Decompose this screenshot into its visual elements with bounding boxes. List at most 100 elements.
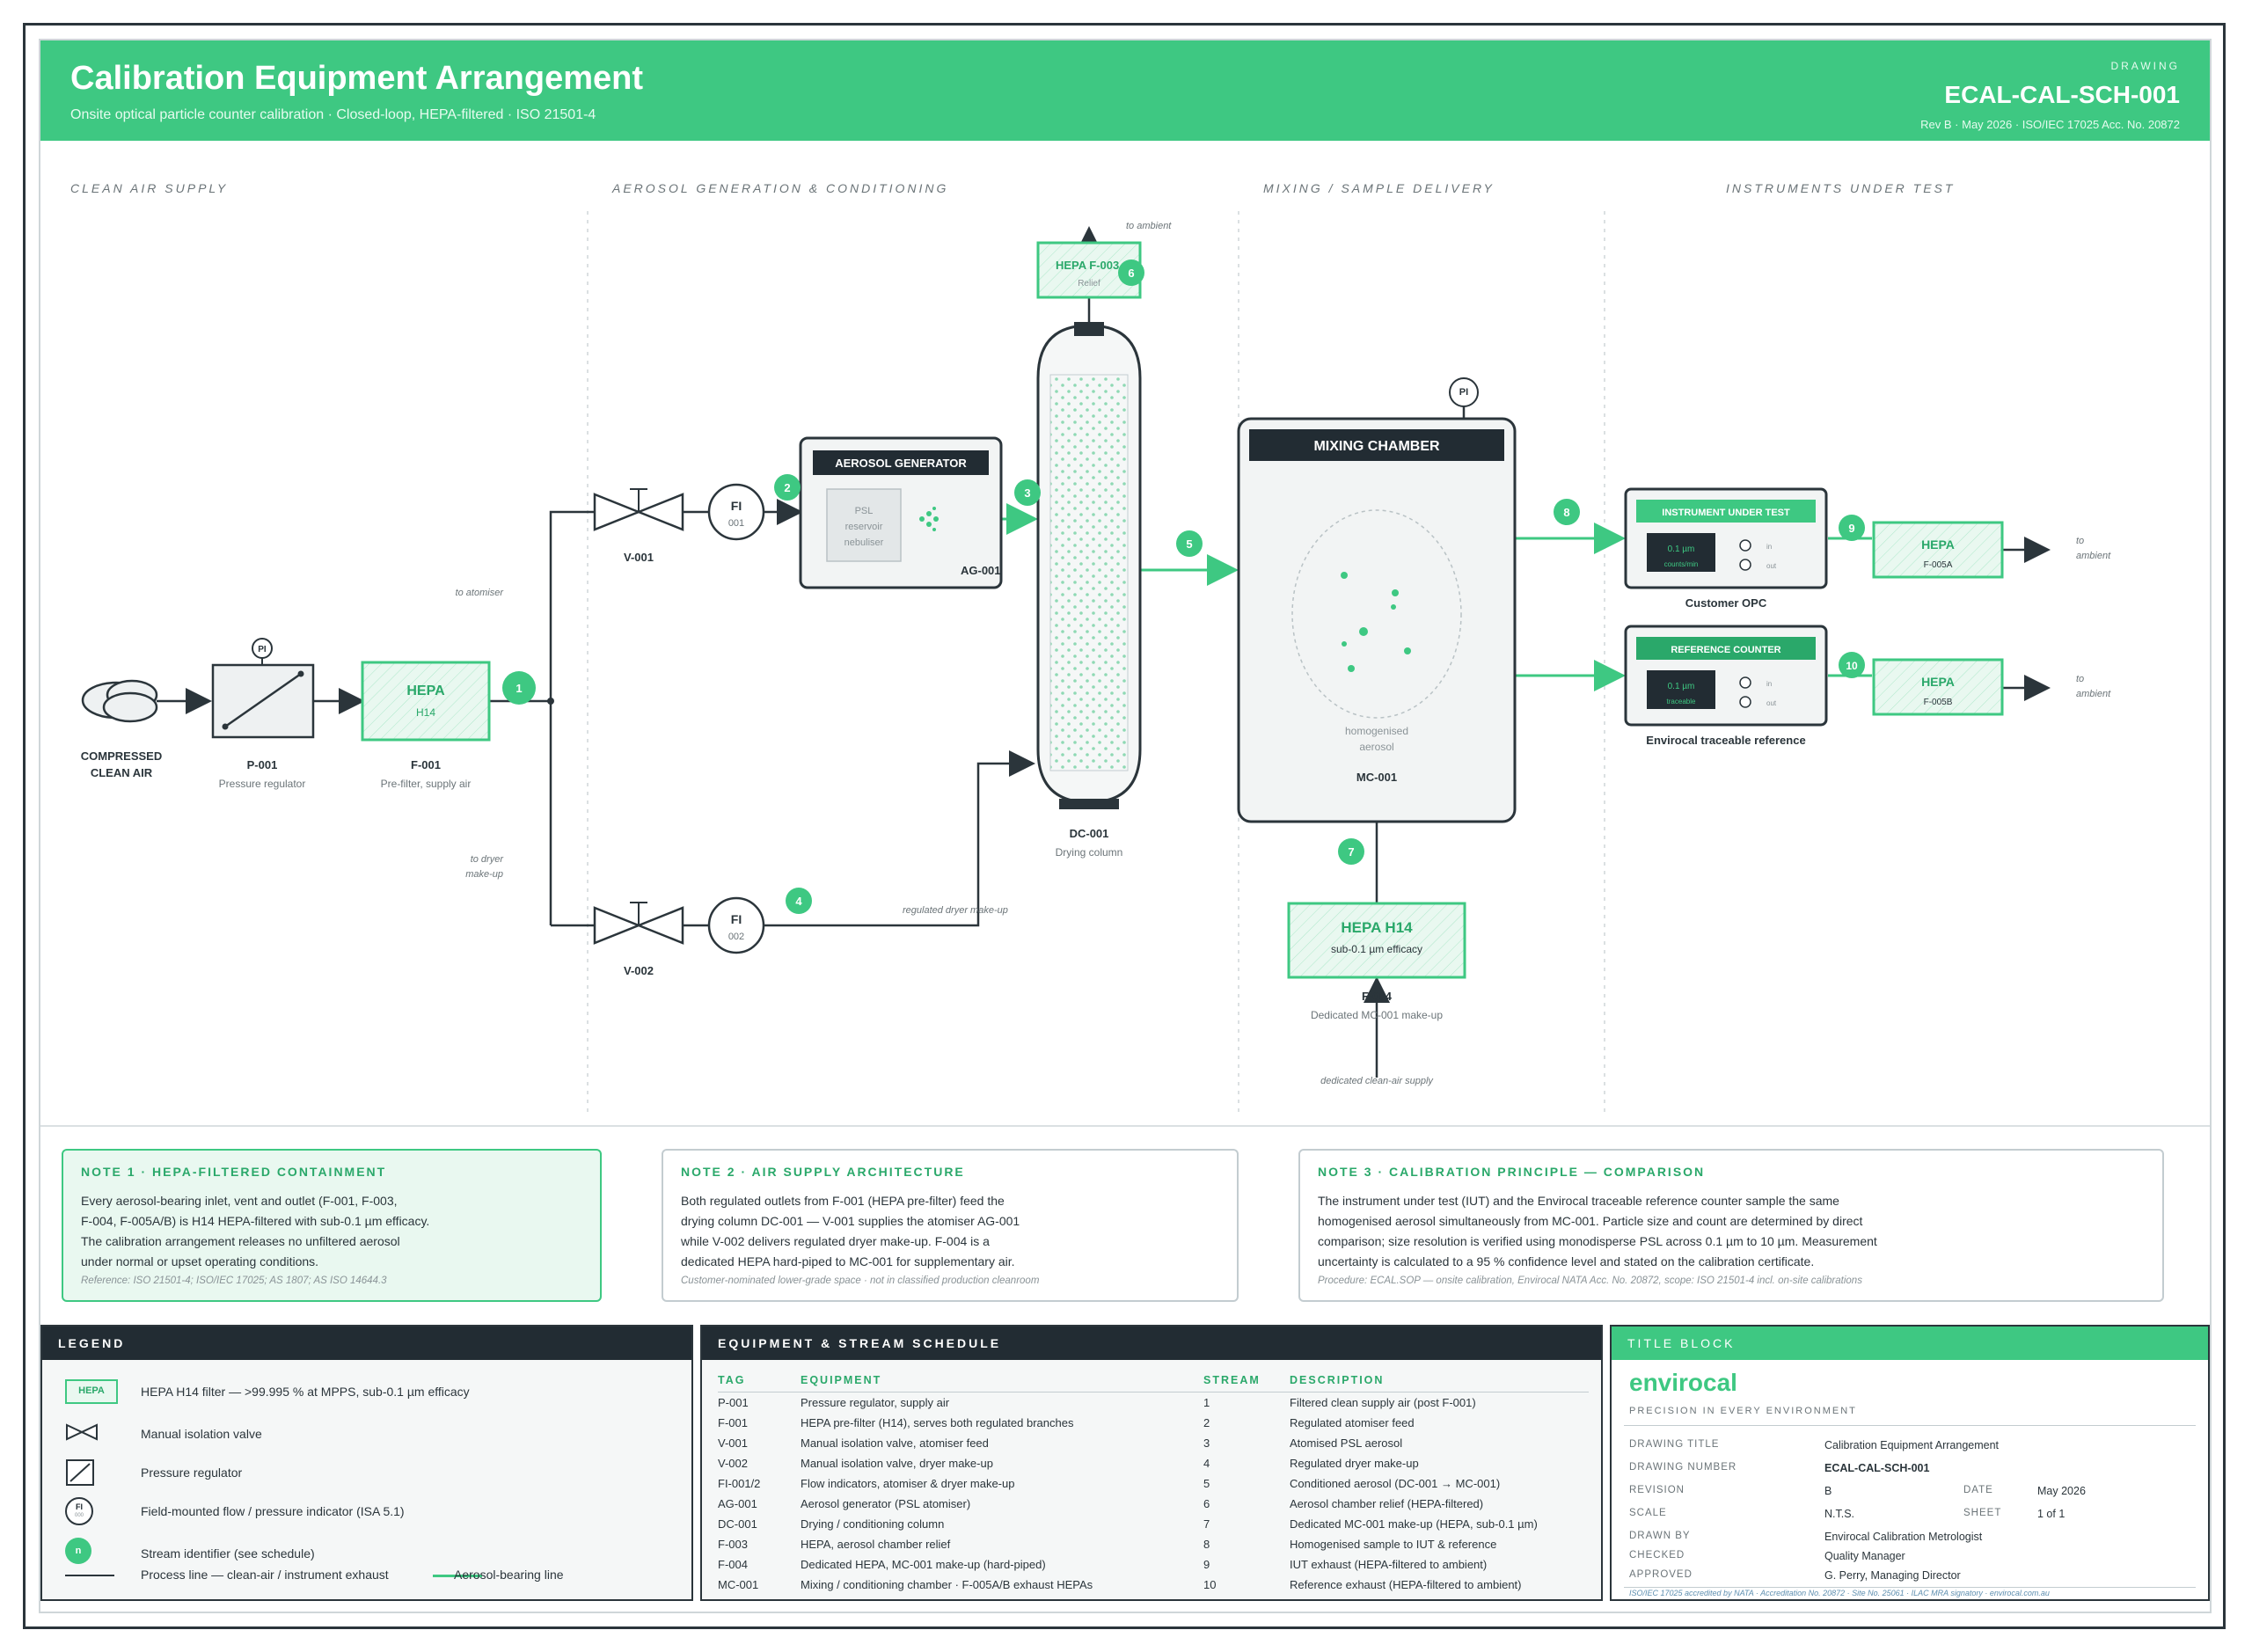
note-line: while V-002 delivers regulated dryer mak… xyxy=(681,1234,990,1248)
f003-sub: Relief xyxy=(1078,279,1100,289)
title-block-divider xyxy=(1624,1587,2196,1588)
fi001-label: FI xyxy=(731,499,742,513)
manual-isolation-valve-v001[interactable] xyxy=(593,488,684,531)
cell-stream: 8 xyxy=(1203,1538,1210,1551)
table-row: AG-001 Aerosol generator (PSL atomiser) 6 A… xyxy=(718,1494,1589,1514)
table-row: V-001 Manual isolation valve, atomiser fe… xyxy=(718,1433,1589,1453)
stream-badge-label: 6 xyxy=(1128,267,1134,280)
drawn-value: Envirocal Calibration Metrologist xyxy=(1824,1531,1983,1543)
note-reference: Reference: ISO 21501-4; ISO/IEC 17025; A… xyxy=(81,1276,387,1286)
legend-indicator-text: Field-mounted flow / pressure indicator … xyxy=(141,1504,405,1518)
iut-display: 0.1 µm xyxy=(1668,545,1695,554)
ag-tag: AG-001 xyxy=(961,564,1001,577)
to-ambient-b: to xyxy=(2076,674,2084,684)
f003-title: HEPA F-003 xyxy=(1056,259,1119,272)
note-body: Every aerosol-bearing inlet, vent and ou… xyxy=(81,1191,582,1272)
ag-title: AEROSOL GENERATOR xyxy=(835,457,967,470)
note-line: Every aerosol-bearing inlet, vent and ou… xyxy=(81,1194,398,1208)
hepa-filter-f001[interactable] xyxy=(361,661,491,742)
stream-badge-label: 1 xyxy=(515,682,522,695)
brand-tagline: PRECISION IN EVERY ENVIRONMENT xyxy=(1629,1406,1857,1416)
note-title: NOTE 3 · CALIBRATION PRINCIPLE — COMPARI… xyxy=(1318,1165,1706,1179)
schedule-header: EQUIPMENT xyxy=(801,1371,1203,1393)
ag-inner: PSL xyxy=(855,506,874,516)
stream-badge-label: 10 xyxy=(1846,660,1858,672)
cell-description: Dedicated MC-001 make-up (HEPA, sub-0.1 … xyxy=(1290,1517,1538,1531)
legend-process-line-icon xyxy=(65,1575,114,1576)
date-key: DATE xyxy=(1963,1485,1993,1495)
note-line: Both regulated outlets from F-001 (HEPA … xyxy=(681,1194,1005,1208)
cell-stream: 4 xyxy=(1203,1457,1210,1470)
legend-indicator-chip: FI xyxy=(76,1502,83,1511)
regulated-dryer-label: regulated dryer make-up xyxy=(903,905,1008,916)
cell-equipment: Pressure regulator, supply air xyxy=(801,1396,950,1409)
f004-title: HEPA H14 xyxy=(1341,919,1413,936)
revision-value: B xyxy=(1824,1485,1832,1497)
cell-tag: V-001 xyxy=(718,1436,748,1450)
note-line: The instrument under test (IUT) and the … xyxy=(1318,1194,1839,1208)
cell-equipment: Manual isolation valve, dryer make-up xyxy=(801,1457,993,1470)
f001-tag: F-001 xyxy=(411,758,441,771)
cell-tag: AG-001 xyxy=(718,1497,757,1510)
checked-key: CHECKED xyxy=(1629,1550,1685,1561)
tee-junction xyxy=(547,698,554,705)
reference-counter[interactable] xyxy=(1624,625,1828,727)
table-row: F-004 Dedicated HEPA, MC-001 make-up (har… xyxy=(718,1554,1589,1575)
iut-caption: Customer OPC xyxy=(1685,596,1767,610)
cell-tag: V-002 xyxy=(718,1457,748,1470)
ref-display: traceable xyxy=(1667,698,1696,705)
cell-stream: 7 xyxy=(1203,1517,1210,1531)
cell-equipment: Drying / conditioning column xyxy=(801,1517,945,1531)
note-line: F-004, F-005A/B) is H14 HEPA-filtered wi… xyxy=(81,1214,430,1228)
scale-key: SCALE xyxy=(1629,1508,1667,1518)
legend-indicator-icon: FI 000 xyxy=(65,1497,93,1525)
note-reference: Procedure: ECAL.SOP — onsite calibration… xyxy=(1318,1276,1862,1286)
drying-column-dc001[interactable] xyxy=(1036,322,1142,809)
f005a-sub: F-005A xyxy=(1924,560,1953,570)
cell-tag: MC-001 xyxy=(718,1578,759,1591)
note-body: Both regulated outlets from F-001 (HEPA … xyxy=(681,1191,1219,1272)
hepa-filter-f004[interactable] xyxy=(1287,902,1466,979)
legend-hepa-text: HEPA H14 filter — >99.995 % at MPPS, sub… xyxy=(141,1385,470,1399)
cell-tag: F-001 xyxy=(718,1416,748,1429)
v002-tag: V-002 xyxy=(624,964,654,977)
table-row: P-001 Pressure regulator, supply air 1 Filt… xyxy=(718,1393,1589,1414)
note-title: NOTE 2 · AIR SUPPLY ARCHITECTURE xyxy=(681,1165,965,1179)
cell-equipment: Dedicated HEPA, MC-001 make-up (hard-pip… xyxy=(801,1558,1046,1571)
note-3: NOTE 3 · CALIBRATION PRINCIPLE — COMPARI… xyxy=(1298,1149,2164,1302)
cell-equipment: Manual isolation valve, atomiser feed xyxy=(801,1436,989,1450)
legend-indicator-chip-sub: 000 xyxy=(74,1513,84,1518)
dedicated-supply-label: dedicated clean-air supply xyxy=(1320,1076,1434,1086)
brand-logo: envirocal xyxy=(1629,1369,1737,1396)
drawing-title-value: Calibration Equipment Arrangement xyxy=(1824,1439,2000,1451)
to-ambient-a: ambient xyxy=(2076,551,2111,561)
note-line: dedicated HEPA hard-piped to MC-001 for … xyxy=(681,1254,1015,1268)
manual-isolation-valve-v002[interactable] xyxy=(593,902,684,945)
v001-tag: V-001 xyxy=(624,551,654,564)
f001-sub: H14 xyxy=(416,706,435,719)
cell-stream: 1 xyxy=(1203,1396,1210,1409)
f005a-title: HEPA xyxy=(1921,537,1955,552)
stream-badge-label: 5 xyxy=(1186,537,1192,551)
fi002-number: 002 xyxy=(728,932,744,942)
stream-badge-label: 8 xyxy=(1563,506,1569,519)
note-title: NOTE 1 · HEPA-FILTERED CONTAINMENT xyxy=(81,1165,387,1179)
title-block-panel: TITLE BLOCK envirocal PRECISION IN EVERY… xyxy=(1610,1325,2210,1601)
mc-inner: homogenised xyxy=(1345,725,1408,737)
compressed-air-icon xyxy=(81,679,158,723)
legend-stream-icon: n xyxy=(65,1538,91,1564)
mixing-chamber-mc001[interactable] xyxy=(1237,417,1517,823)
pressure-indicator-label: PI xyxy=(258,645,267,654)
f001-title: HEPA xyxy=(406,683,445,698)
schedule-header: TAG xyxy=(718,1371,801,1393)
legend-valve-icon xyxy=(66,1423,98,1441)
f005b-title: HEPA xyxy=(1921,675,1955,689)
scale-value: N.T.S. xyxy=(1824,1508,1855,1520)
instrument-under-test[interactable] xyxy=(1624,487,1828,589)
legend-process-text: Process line — clean-air / instrument ex… xyxy=(141,1568,389,1582)
schedule-header-row: TAG EQUIPMENT STREAM DESCRIPTION xyxy=(718,1371,1589,1393)
ag-inner: reservoir xyxy=(845,522,883,532)
note-line: uncertainty is calculated to a 95 % conf… xyxy=(1318,1254,1815,1268)
accreditation-footer: ISO/IEC 17025 accredited by NATA · Accre… xyxy=(1629,1589,2050,1597)
note-1: NOTE 1 · HEPA-FILTERED CONTAINMENT Every… xyxy=(62,1149,602,1302)
